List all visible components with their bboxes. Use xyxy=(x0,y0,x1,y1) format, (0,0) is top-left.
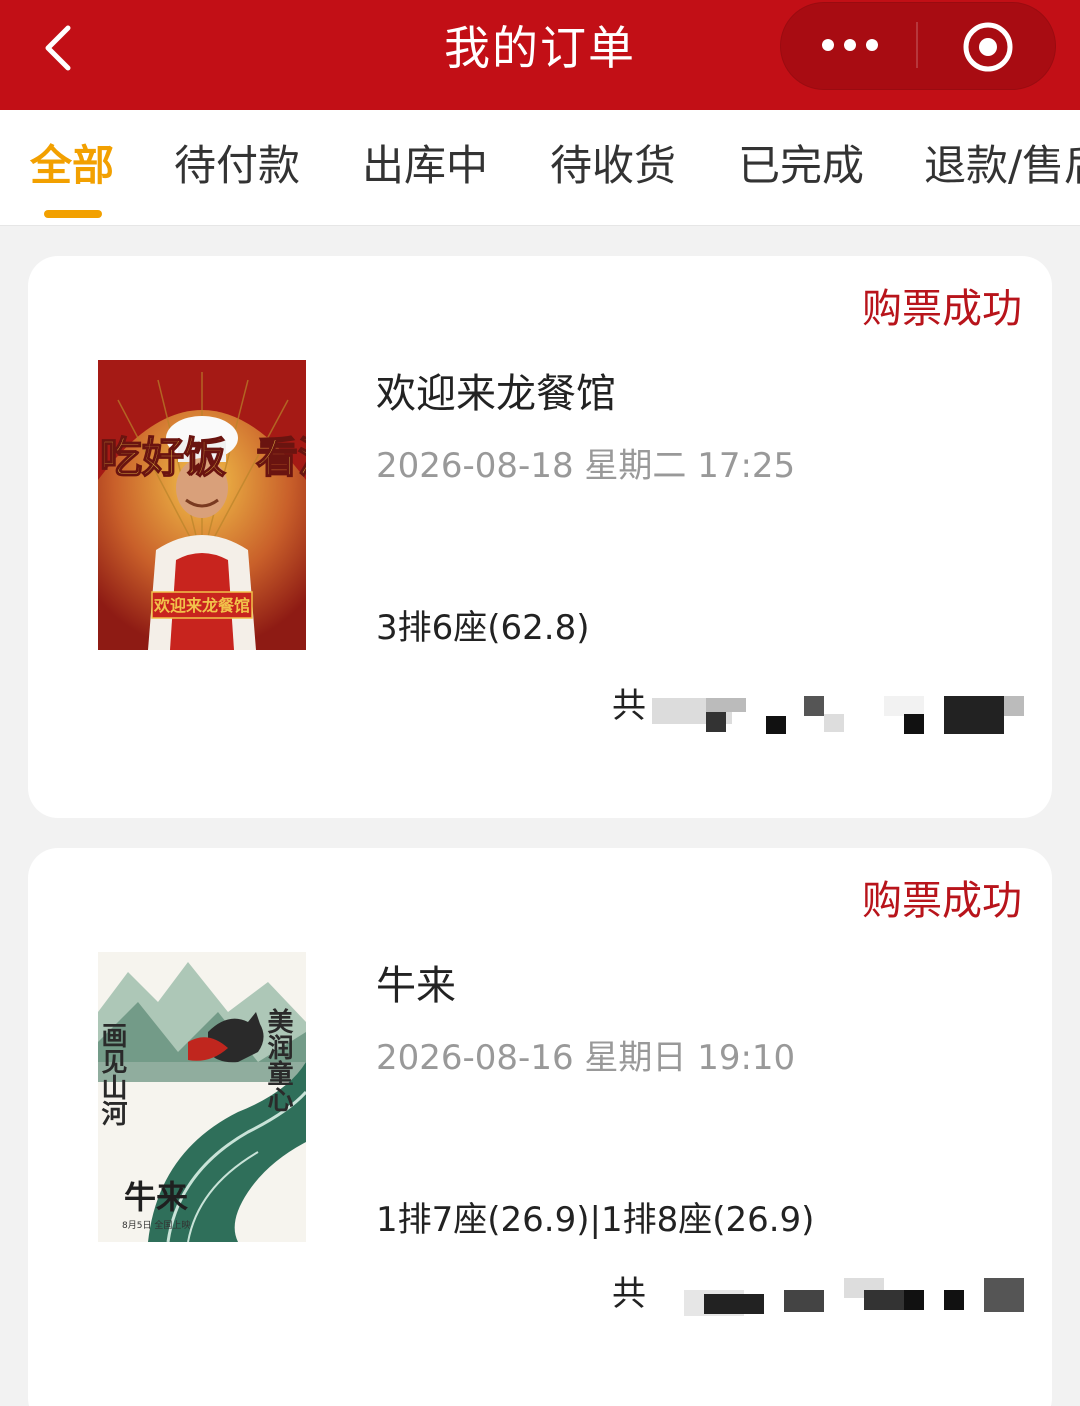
showtime: 2026-08-18 星期二 17:25 xyxy=(376,446,796,486)
redacted-block xyxy=(884,696,924,716)
poster-title: 欢迎来龙餐馆 xyxy=(153,596,250,615)
order-total-redacted: 共 xyxy=(612,1272,1032,1328)
poster-title: 牛来 xyxy=(124,1178,188,1216)
redacted-block xyxy=(904,714,924,734)
close-miniprogram-icon[interactable] xyxy=(960,20,1016,76)
total-prefix: 共 xyxy=(612,1274,646,1314)
redacted-block xyxy=(804,696,824,716)
order-status-tabs: 全部 待付款 出库中 待收货 已完成 退款/售后 xyxy=(0,110,1080,226)
redacted-block xyxy=(766,716,786,734)
tab-completed[interactable]: 已完成 xyxy=(738,138,864,194)
tab-shipping-out[interactable]: 出库中 xyxy=(362,138,488,194)
more-options-icon[interactable] xyxy=(800,16,900,74)
tab-pending-receipt[interactable]: 待收货 xyxy=(550,138,676,194)
nav-header: 我的订单 xyxy=(0,0,1080,110)
poster-left-text: 吃好饭 xyxy=(100,433,226,482)
order-card[interactable]: 购票成功 画见山河 美润童心 牛来 8月5日 全国上映 牛来 2026-08-1… xyxy=(28,848,1052,1406)
tab-pending-payment[interactable]: 待付款 xyxy=(174,138,300,194)
svg-text:看沈腾: 看沈腾 xyxy=(256,433,306,482)
redacted-block xyxy=(984,1278,1024,1312)
redacted-block xyxy=(706,712,726,732)
poster-release-date: 8月5日 全国上映 xyxy=(122,1219,190,1231)
redacted-block xyxy=(784,1290,824,1312)
order-status: 购票成功 xyxy=(862,286,1022,332)
order-status: 购票成功 xyxy=(862,878,1022,924)
redacted-block xyxy=(706,698,746,712)
total-prefix: 共 xyxy=(612,686,646,726)
redacted-block xyxy=(864,1290,904,1310)
active-tab-indicator xyxy=(44,210,102,218)
order-card[interactable]: 购票成功 欢迎来龙餐馆 吃好饭 看 欢迎来龙餐馆 2026-08-18 星期二 … xyxy=(28,256,1052,818)
poster-left-text: 画见山河 xyxy=(98,1022,127,1126)
tab-all[interactable]: 全部 xyxy=(30,138,114,194)
movie-title: 牛来 xyxy=(376,963,456,1009)
svg-text:吃好饭: 吃好饭 xyxy=(100,433,226,482)
poster-right-text: 看沈腾 xyxy=(256,433,306,482)
redacted-block xyxy=(944,696,1004,734)
tab-refund-aftersale[interactable]: 退款/售后 xyxy=(924,138,1080,194)
order-total-redacted: 共 xyxy=(612,684,1032,740)
movie-poster[interactable]: 欢迎来龙餐馆 吃好饭 看沈腾 xyxy=(98,360,306,650)
movie-poster[interactable]: 画见山河 美润童心 牛来 8月5日 全国上映 xyxy=(98,952,306,1242)
redacted-block xyxy=(944,1290,964,1310)
redacted-block xyxy=(904,1290,924,1310)
seat-info: 1排7座(26.9)|1排8座(26.9) xyxy=(376,1200,815,1240)
showtime: 2026-08-16 星期日 19:10 xyxy=(376,1038,796,1078)
movie-title: 欢迎来龙餐馆 xyxy=(376,371,616,417)
poster-right-text: 美润童心 xyxy=(263,1007,293,1112)
seat-info: 3排6座(62.8) xyxy=(376,608,590,648)
redacted-block xyxy=(1004,696,1024,716)
capsule-divider xyxy=(916,22,918,68)
redacted-block xyxy=(824,714,844,732)
redacted-block xyxy=(704,1294,764,1314)
